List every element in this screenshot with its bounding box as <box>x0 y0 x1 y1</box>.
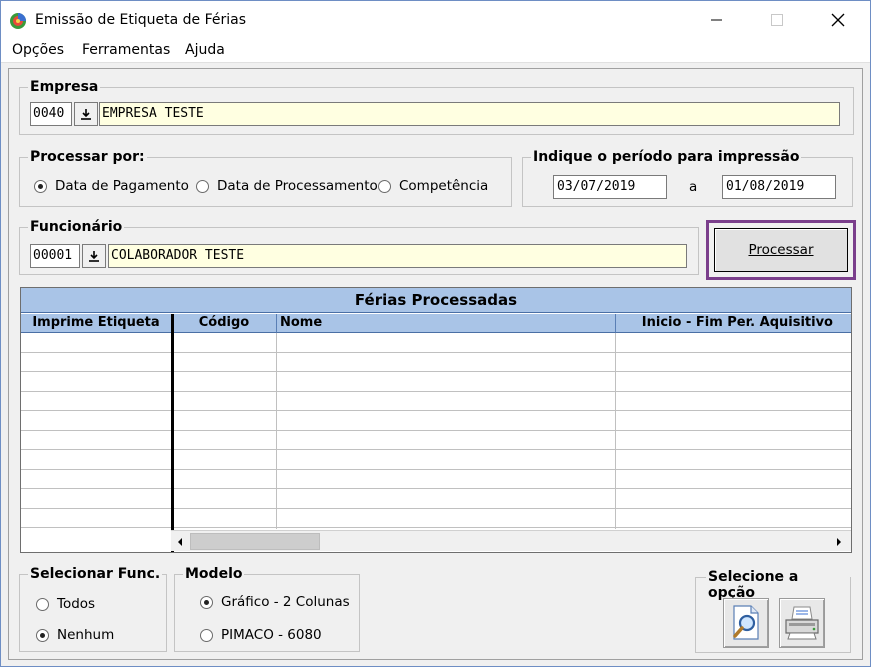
maximize-button[interactable] <box>754 1 800 39</box>
menu-ferramentas[interactable]: Ferramentas <box>82 42 170 58</box>
preview-icon <box>733 605 759 640</box>
horizontal-scrollbar[interactable] <box>171 530 851 551</box>
funcionario-label: Funcionário <box>28 219 125 235</box>
radio-competencia[interactable]: Competência <box>378 178 488 194</box>
radio-label: Gráfico - 2 Colunas <box>221 594 350 610</box>
empresa-group: Empresa 0040 EMPRESA TESTE <box>19 79 854 135</box>
arrow-right-icon <box>837 537 841 546</box>
col-nome[interactable]: Nome <box>277 314 616 333</box>
title-bar: Emissão de Etiqueta de Férias <box>1 1 870 39</box>
radio-label: Data de Processamento <box>217 178 378 194</box>
col-codigo[interactable]: Código <box>172 314 277 333</box>
empresa-lookup-button[interactable] <box>74 102 98 126</box>
radio-dot <box>196 179 209 193</box>
app-icon <box>10 13 26 29</box>
maximize-icon <box>771 14 783 26</box>
column-divider <box>276 333 277 529</box>
radio-dot <box>378 179 391 193</box>
periodo-separator: a <box>689 179 698 195</box>
radio-pimaco-6080[interactable]: PIMACO - 6080 <box>200 627 322 643</box>
selecione-opcao-group: Selecione a opção <box>695 569 851 653</box>
radio-dot <box>200 628 213 642</box>
empresa-code-field[interactable]: 0040 <box>30 102 72 126</box>
frozen-column-divider <box>171 314 174 552</box>
periodo-start-field[interactable]: 03/07/2019 <box>553 175 667 199</box>
client-area: Empresa 0040 EMPRESA TESTE Processar por… <box>8 68 863 660</box>
table-row[interactable] <box>21 431 851 450</box>
arrow-left-icon <box>178 537 182 546</box>
radio-todos[interactable]: Todos <box>36 596 95 612</box>
radio-dot <box>36 597 49 611</box>
scroll-left-button[interactable] <box>171 532 189 551</box>
radio-label: Nenhum <box>57 627 115 643</box>
download-arrow-icon <box>89 251 99 262</box>
scrollbar-thumb[interactable] <box>190 533 320 550</box>
col-imprime-etiqueta[interactable]: Imprime Etiqueta <box>21 314 172 333</box>
close-icon <box>831 13 845 27</box>
radio-nenhum[interactable]: Nenhum <box>36 627 114 643</box>
app-window: Emissão de Etiqueta de Férias Opções Fer… <box>0 0 871 667</box>
radio-data-processamento[interactable]: Data de Processamento <box>196 178 378 194</box>
radio-label: PIMACO - 6080 <box>221 627 322 643</box>
radio-dot <box>200 595 213 609</box>
table-row[interactable] <box>21 411 851 431</box>
process-button[interactable]: Processar <box>714 228 848 272</box>
window-title: Emissão de Etiqueta de Férias <box>35 12 246 28</box>
processar-por-label: Processar por: <box>28 149 147 165</box>
selecionar-func-label: Selecionar Func. <box>28 566 163 582</box>
selecione-opcao-label: Selecione a opção <box>706 569 850 601</box>
minimize-button[interactable] <box>694 1 740 39</box>
table-row[interactable] <box>21 392 851 411</box>
column-divider <box>615 333 616 529</box>
menu-ajuda[interactable]: Ajuda <box>185 42 225 58</box>
periodo-end-field[interactable]: 01/08/2019 <box>722 175 836 199</box>
radio-label: Data de Pagamento <box>55 178 189 194</box>
table-row[interactable] <box>21 509 851 528</box>
empresa-name-field[interactable]: EMPRESA TESTE <box>99 102 840 126</box>
radio-dot <box>36 628 49 642</box>
download-arrow-icon <box>81 109 91 120</box>
table-row[interactable] <box>21 333 851 353</box>
preview-button[interactable] <box>723 598 769 648</box>
selecionar-func-group: Selecionar Func. Todos Nenhum <box>19 566 167 652</box>
funcionario-group: Funcionário 00001 COLABORADOR TESTE <box>19 219 699 275</box>
table-row[interactable] <box>21 489 851 509</box>
col-periodo-aquisitivo[interactable]: Inicio - Fim Per. Aquisitivo <box>616 314 851 333</box>
scroll-right-button[interactable] <box>830 532 848 551</box>
radio-label: Competência <box>399 178 489 194</box>
modelo-group: Modelo Gráfico - 2 Colunas PIMACO - 6080 <box>174 566 360 652</box>
modelo-label: Modelo <box>183 566 245 582</box>
empresa-label: Empresa <box>28 79 101 95</box>
menu-opcoes[interactable]: Opções <box>12 42 64 58</box>
periodo-label: Indique o período para impressão <box>531 149 802 165</box>
processar-por-group: Processar por: Data de Pagamento Data de… <box>19 149 512 207</box>
printer-icon <box>785 606 819 640</box>
process-button-label: Processar <box>748 242 814 258</box>
close-button[interactable] <box>815 1 861 39</box>
funcionario-code-field[interactable]: 00001 <box>30 244 80 268</box>
table-row[interactable] <box>21 470 851 489</box>
funcionario-lookup-button[interactable] <box>82 244 106 268</box>
ferias-grid[interactable]: Férias Processadas Imprime Etiqueta Códi… <box>20 287 852 553</box>
table-row[interactable] <box>21 353 851 372</box>
radio-grafico-2-colunas[interactable]: Gráfico - 2 Colunas <box>200 594 350 610</box>
table-row[interactable] <box>21 450 851 470</box>
radio-data-pagamento[interactable]: Data de Pagamento <box>34 178 189 194</box>
grid-title: Férias Processadas <box>21 288 851 313</box>
menu-bar: Opções Ferramentas Ajuda <box>1 39 870 63</box>
radio-label: Todos <box>57 596 96 612</box>
radio-dot <box>34 179 47 193</box>
minimize-icon <box>711 19 722 21</box>
table-row[interactable] <box>21 372 851 392</box>
funcionario-name-field[interactable]: COLABORADOR TESTE <box>108 244 687 268</box>
process-button-focus-frame: Processar <box>706 220 856 280</box>
print-button[interactable] <box>779 598 825 648</box>
periodo-group: Indique o período para impressão 03/07/2… <box>522 149 853 207</box>
